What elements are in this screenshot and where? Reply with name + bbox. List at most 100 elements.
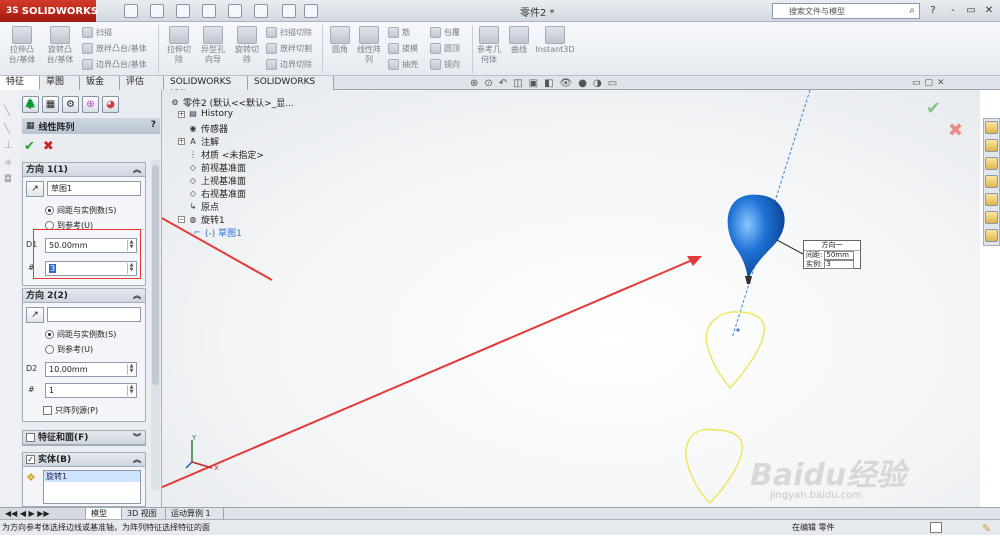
solidworks-logo[interactable]: 3S SOLIDWORKS xyxy=(0,0,98,22)
reverse-direction1-button[interactable]: ↗ xyxy=(26,181,44,197)
relation-icon[interactable]: ⊥ xyxy=(4,140,16,152)
linear-pattern-button[interactable]: 线性阵列 xyxy=(354,26,384,65)
revolve-cut-button[interactable]: 旋转切除 xyxy=(230,26,264,65)
tab-mbd[interactable]: SOLIDWORKS MBD xyxy=(248,76,334,100)
tree-item-origin[interactable]: ↳ 原点 xyxy=(178,200,219,214)
previous-view-icon[interactable]: ↶ xyxy=(499,78,507,94)
direction1-spacing-radio[interactable]: 间距与实例数(S) xyxy=(45,205,116,216)
direction2-count-input[interactable]: 1 ▲ ▼ xyxy=(45,383,137,398)
sketch-line-icon[interactable]: ╲ xyxy=(4,106,16,118)
smart-dimension-icon[interactable]: ✳ xyxy=(4,158,16,170)
rib-button[interactable]: 筋 xyxy=(388,27,410,38)
direction1-header[interactable]: 方向 1(1) ︽ xyxy=(23,163,145,177)
solidworks-resources-icon[interactable] xyxy=(985,121,998,134)
display-manager-tab-icon[interactable]: ◕ xyxy=(102,96,119,113)
help-button[interactable]: ? xyxy=(151,120,156,130)
tree-item-top-plane[interactable]: ◇ 上视基准面 xyxy=(178,174,246,188)
options-icon[interactable] xyxy=(304,4,318,18)
tab-addins[interactable]: SOLIDWORKS 插件 xyxy=(164,76,248,100)
new-document-icon[interactable] xyxy=(124,4,138,18)
pattern-callout[interactable]: 方向一 间距: 50mm 实例: 3 xyxy=(803,240,861,269)
dimxpert-tab-icon[interactable]: ⊕ xyxy=(82,96,99,113)
tab-features[interactable]: 特征 xyxy=(0,76,40,90)
tree-item-front-plane[interactable]: ◇ 前视基准面 xyxy=(178,161,246,175)
view-palette-icon[interactable] xyxy=(985,175,998,188)
collapse-icon[interactable]: ︽ xyxy=(133,289,141,303)
tab-sketch[interactable]: 草图 xyxy=(40,76,80,90)
callout-count-value[interactable]: 3 xyxy=(824,260,855,269)
viewport-tile-icon[interactable]: ▢ xyxy=(925,78,934,88)
direction2-reference-field[interactable] xyxy=(47,307,141,322)
confirm-corner-ok-icon[interactable]: ✔ xyxy=(926,98,941,119)
revolve-boss-button[interactable]: 旋转凸 台/基体 xyxy=(42,26,78,65)
design-library-icon[interactable] xyxy=(985,139,998,152)
tree-item-sketch1[interactable]: ⌐ (-) 草图1 xyxy=(192,226,242,240)
tab-sheet-metal[interactable]: 钣金 xyxy=(80,76,120,90)
select-icon[interactable] xyxy=(254,4,268,18)
fillet-button[interactable]: 圆角 xyxy=(326,26,354,55)
boundary-boss-button[interactable]: 边界凸台/基体 xyxy=(82,59,147,70)
wrap-button[interactable]: 包覆 xyxy=(430,27,460,38)
custom-properties-icon[interactable] xyxy=(985,211,998,224)
hole-wizard-button[interactable]: 异型孔 向导 xyxy=(196,26,230,65)
tab-evaluate[interactable]: 评估 xyxy=(120,76,164,90)
collapse-icon[interactable]: ︽ xyxy=(133,453,141,467)
curves-button[interactable]: 曲线 xyxy=(506,26,532,55)
zoom-area-icon[interactable]: ⊙ xyxy=(484,78,492,94)
extrude-boss-button[interactable]: 拉伸凸 台/基体 xyxy=(4,26,40,65)
dome-button[interactable]: 圆顶 xyxy=(430,43,460,54)
close-button[interactable]: ✕ xyxy=(982,4,996,17)
maximize-button[interactable]: ▭ xyxy=(964,4,978,17)
sweep-button[interactable]: 扫描 xyxy=(82,27,112,38)
display-style-icon[interactable]: ◧ xyxy=(544,78,553,94)
zoom-to-fit-icon[interactable]: ⊕ xyxy=(470,78,478,94)
file-explorer-icon[interactable] xyxy=(985,157,998,170)
tree-item-history[interactable]: + ▤ History xyxy=(178,109,233,119)
reference-geometry-button[interactable]: 参考几 何体 xyxy=(474,26,504,65)
seed-only-checkbox[interactable]: 只阵列源(P) xyxy=(43,405,98,416)
scrollbar-thumb[interactable] xyxy=(152,165,159,385)
cancel-button[interactable]: ✖ xyxy=(43,139,54,154)
undo-icon[interactable] xyxy=(228,4,242,18)
viewport-close-icon[interactable]: ✕ xyxy=(937,78,945,88)
features-faces-checkbox[interactable] xyxy=(26,433,35,442)
bodies-list[interactable]: 旋转1 xyxy=(43,470,141,504)
forum-icon[interactable] xyxy=(985,229,998,242)
help-icon[interactable]: ? xyxy=(926,4,940,17)
tree-item-right-plane[interactable]: ◇ 右视基准面 xyxy=(178,187,246,201)
customize-icon[interactable]: ✎ xyxy=(982,521,991,536)
draft-button[interactable]: 拔模 xyxy=(388,43,418,54)
direction2-upto-radio[interactable]: 到参考(U) xyxy=(45,344,93,355)
ok-button[interactable]: ✔ xyxy=(24,139,35,154)
features-faces-header[interactable]: 特征和面(F) ︾ xyxy=(23,431,145,445)
tree-item-sensors[interactable]: ◉ 传感器 xyxy=(178,122,229,136)
hide-show-icon[interactable]: 👁 xyxy=(560,78,573,94)
appearance-icon[interactable]: ● xyxy=(578,78,587,94)
bodies-list-item[interactable]: 旋转1 xyxy=(44,471,140,482)
section-view-icon[interactable]: ◫ xyxy=(513,78,522,94)
tree-item-material[interactable]: ⋮ 材质 <未指定> xyxy=(178,148,264,162)
extrude-cut-button[interactable]: 拉伸切除 xyxy=(162,26,196,65)
sketch-point-icon[interactable]: ╲ xyxy=(4,124,16,136)
direction2-spacing-input[interactable]: 10.00mm ▲ ▼ xyxy=(45,362,137,377)
scene-icon[interactable]: ◑ xyxy=(593,78,602,94)
search-icon[interactable]: ⌕ xyxy=(909,5,915,16)
direction2-spacing-radio[interactable]: 间距与实例数(S) xyxy=(45,329,116,340)
print-icon[interactable] xyxy=(202,4,216,18)
property-manager-tab-icon[interactable]: ▦ xyxy=(42,96,59,113)
spin-icon[interactable]: ▲ ▼ xyxy=(127,385,135,396)
instant3d-button[interactable]: Instant3D xyxy=(534,26,576,55)
confirm-corner-cancel-icon[interactable]: ✖ xyxy=(948,120,963,141)
callout-spacing-value[interactable]: 50mm xyxy=(824,251,855,260)
appearances-icon[interactable] xyxy=(985,193,998,206)
swept-cut-button[interactable]: 扫描切除 xyxy=(266,27,312,38)
direction1-reference-field[interactable]: 草图1 xyxy=(47,181,141,196)
mirror-button[interactable]: 镜向 xyxy=(430,59,460,70)
spin-icon[interactable]: ▲ ▼ xyxy=(127,364,135,375)
open-document-icon[interactable] xyxy=(150,4,164,18)
view-orientation-icon[interactable]: ▣ xyxy=(529,78,538,94)
panel-scrollbar[interactable] xyxy=(151,160,160,490)
save-icon[interactable] xyxy=(176,4,190,18)
bodies-header[interactable]: ✓ 实体(B) ︽ xyxy=(23,453,145,467)
direction2-header[interactable]: 方向 2(2) ︽ xyxy=(23,289,145,303)
